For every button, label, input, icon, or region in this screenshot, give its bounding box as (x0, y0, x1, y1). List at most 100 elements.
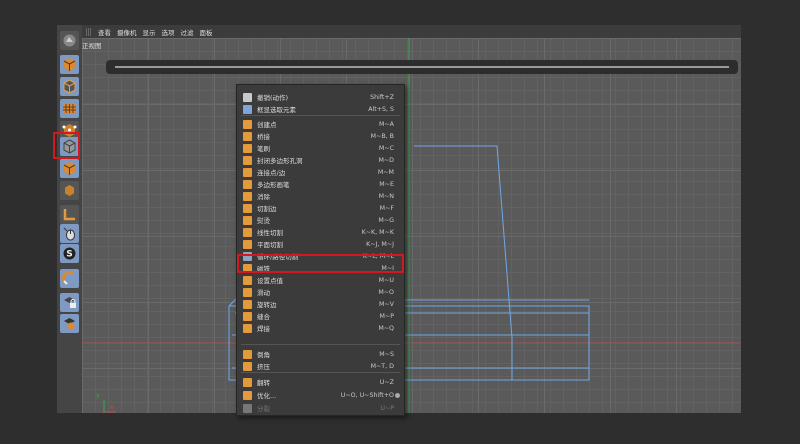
wire-profile (414, 145, 513, 339)
menu-item-label: 封闭多边形孔洞 (257, 157, 303, 165)
menu-item-shortcut: M~Q (378, 324, 394, 332)
magnet-icon[interactable] (60, 269, 79, 288)
menu-item-icon (243, 179, 252, 189)
menu-item[interactable]: 桥接 M~B, B (237, 130, 404, 142)
menu-item: 分裂 U~P (237, 402, 404, 414)
menu-item-icon (243, 311, 252, 321)
menu-item-icon (243, 119, 252, 129)
menu-item-label: 翻转 (257, 379, 270, 387)
menubar-grip-icon (86, 27, 92, 36)
menu-separator (241, 344, 400, 345)
menu-item-label: 消除 (257, 193, 270, 201)
grid-icon[interactable] (60, 314, 79, 333)
menu-item[interactable]: 翻转 U~Z (237, 376, 404, 388)
menu-item-label: 焊接 (257, 325, 270, 333)
menu-item-icon (243, 323, 252, 333)
menu-item[interactable]: 平面切割 K~J, M~J (237, 238, 404, 250)
menu-item-icon (243, 403, 252, 413)
menu-panel[interactable]: 面板 (200, 27, 213, 37)
menu-separator (241, 372, 400, 373)
viewport-slider[interactable] (106, 60, 738, 74)
menu-item[interactable]: 旋转边 M~V (237, 298, 404, 310)
menu-item[interactable]: 优化... U~O, U~Shift+O (237, 389, 404, 401)
cube-outline-icon[interactable] (60, 77, 79, 96)
menu-item[interactable]: 挤压 M~T, D (237, 360, 404, 372)
menu-item[interactable]: 焊接 M~Q (237, 322, 404, 334)
menu-item-shortcut: M~F (379, 204, 394, 212)
menu-item-label: 线性切割 (257, 229, 283, 237)
toolbar-highlight-box (53, 132, 80, 159)
menu-item[interactable]: 撤销(动作) Shift+Z (237, 91, 404, 103)
menu-item-label: 笔刷 (257, 145, 270, 153)
menu-item-label: 切割边 (257, 205, 277, 213)
menu-item-label: 旋转边 (257, 301, 277, 309)
menu-view[interactable]: 查看 (98, 27, 111, 37)
menu-item-label: 平面切割 (257, 241, 283, 249)
menu-item-icon (243, 377, 252, 387)
menu-display[interactable]: 显示 (143, 27, 156, 37)
polygon-icon[interactable] (60, 159, 79, 178)
polygon-small-icon[interactable] (60, 181, 79, 200)
menu-item-label: 滑动 (257, 289, 270, 297)
menu-item-icon (243, 390, 252, 400)
slider-track[interactable] (115, 66, 729, 68)
menu-options[interactable]: 选项 (162, 27, 175, 37)
menu-item-shortcut: M~A (378, 120, 394, 128)
menu-item[interactable]: 连接点/边 M~M (237, 166, 404, 178)
menu-item[interactable]: 切割边 M~F (237, 202, 404, 214)
menu-item-label: 框显选取元素 (257, 106, 296, 114)
axis-gizmo-x-label: x (110, 404, 114, 411)
menu-item[interactable]: 消除 M~N (237, 190, 404, 202)
front-viewport[interactable]: y x (82, 38, 741, 413)
menu-item-shortcut: M~G (378, 216, 394, 224)
menu-item-shortcut: U~Z (379, 378, 394, 386)
menu-camera[interactable]: 摄像机 (117, 27, 137, 37)
menu-item-shortcut: M~S (379, 350, 394, 358)
menu-item-shortcut: K~K, M~K (361, 228, 394, 236)
menu-item-icon (243, 155, 252, 165)
checker-icon[interactable] (60, 99, 79, 118)
mouse-icon[interactable] (60, 224, 79, 243)
menu-item-label: 熨烫 (257, 217, 270, 225)
menu-item-icon (243, 239, 252, 249)
menu-item[interactable]: 滑动 M~O (237, 286, 404, 298)
menu-item-shortcut: K~J, M~J (366, 240, 394, 248)
menu-item[interactable]: 多边形画笔 M~E (237, 178, 404, 190)
cube-icon[interactable] (60, 55, 79, 74)
menu-item[interactable]: 封闭多边形孔洞 M~D (237, 154, 404, 166)
menu-item[interactable]: 倒角 M~S (237, 348, 404, 360)
menu-item-label: 多边形画笔 (257, 181, 290, 189)
menu-item[interactable]: 框显选取元素 Alt+S, S (237, 103, 404, 115)
menu-item[interactable]: 笔刷 M~C (237, 142, 404, 154)
menu-item[interactable]: 创建点 M~A (237, 118, 404, 130)
menu-item-shortcut: U~P (380, 404, 394, 412)
menu-item[interactable]: 设置点值 M~U (237, 274, 404, 286)
menu-item-shortcut: M~T, D (370, 362, 394, 370)
menu-item-icon (243, 167, 252, 177)
menu-item-icon (243, 104, 252, 114)
menu-separator (241, 115, 400, 116)
left-toolbar: S (57, 25, 83, 413)
menu-item-icon (243, 287, 252, 297)
menu-item-icon (243, 143, 252, 153)
undo-view-icon[interactable] (60, 31, 79, 50)
menu-item[interactable]: 熨烫 M~G (237, 214, 404, 226)
menu-item-icon (243, 227, 252, 237)
menu-item-label: 创建点 (257, 121, 277, 129)
menu-item-label: 优化... (257, 392, 277, 400)
viewport-label: 正视图 (82, 42, 102, 50)
viewport-geometry (82, 38, 741, 413)
axis-icon[interactable] (60, 205, 79, 224)
menu-item-label: 分裂 (257, 405, 270, 413)
menu-item-icon (243, 92, 252, 102)
menu-filter[interactable]: 过滤 (181, 27, 194, 37)
context-menu: 撤销(动作) Shift+Z 框显选取元素 Alt+S, S 创建点 M~A 桥接 M~B, … (236, 84, 405, 416)
axis-gizmo-y-label: y (96, 392, 100, 399)
menu-item[interactable]: 缝合 M~P (237, 310, 404, 322)
menu-item-icon (243, 349, 252, 359)
menu-item-label: 桥接 (257, 133, 270, 141)
lock-icon[interactable] (60, 293, 79, 312)
menu-item[interactable]: 线性切割 K~K, M~K (237, 226, 404, 238)
menu-item-label: 倒角 (257, 351, 270, 359)
snap-s-icon[interactable]: S (60, 244, 79, 263)
